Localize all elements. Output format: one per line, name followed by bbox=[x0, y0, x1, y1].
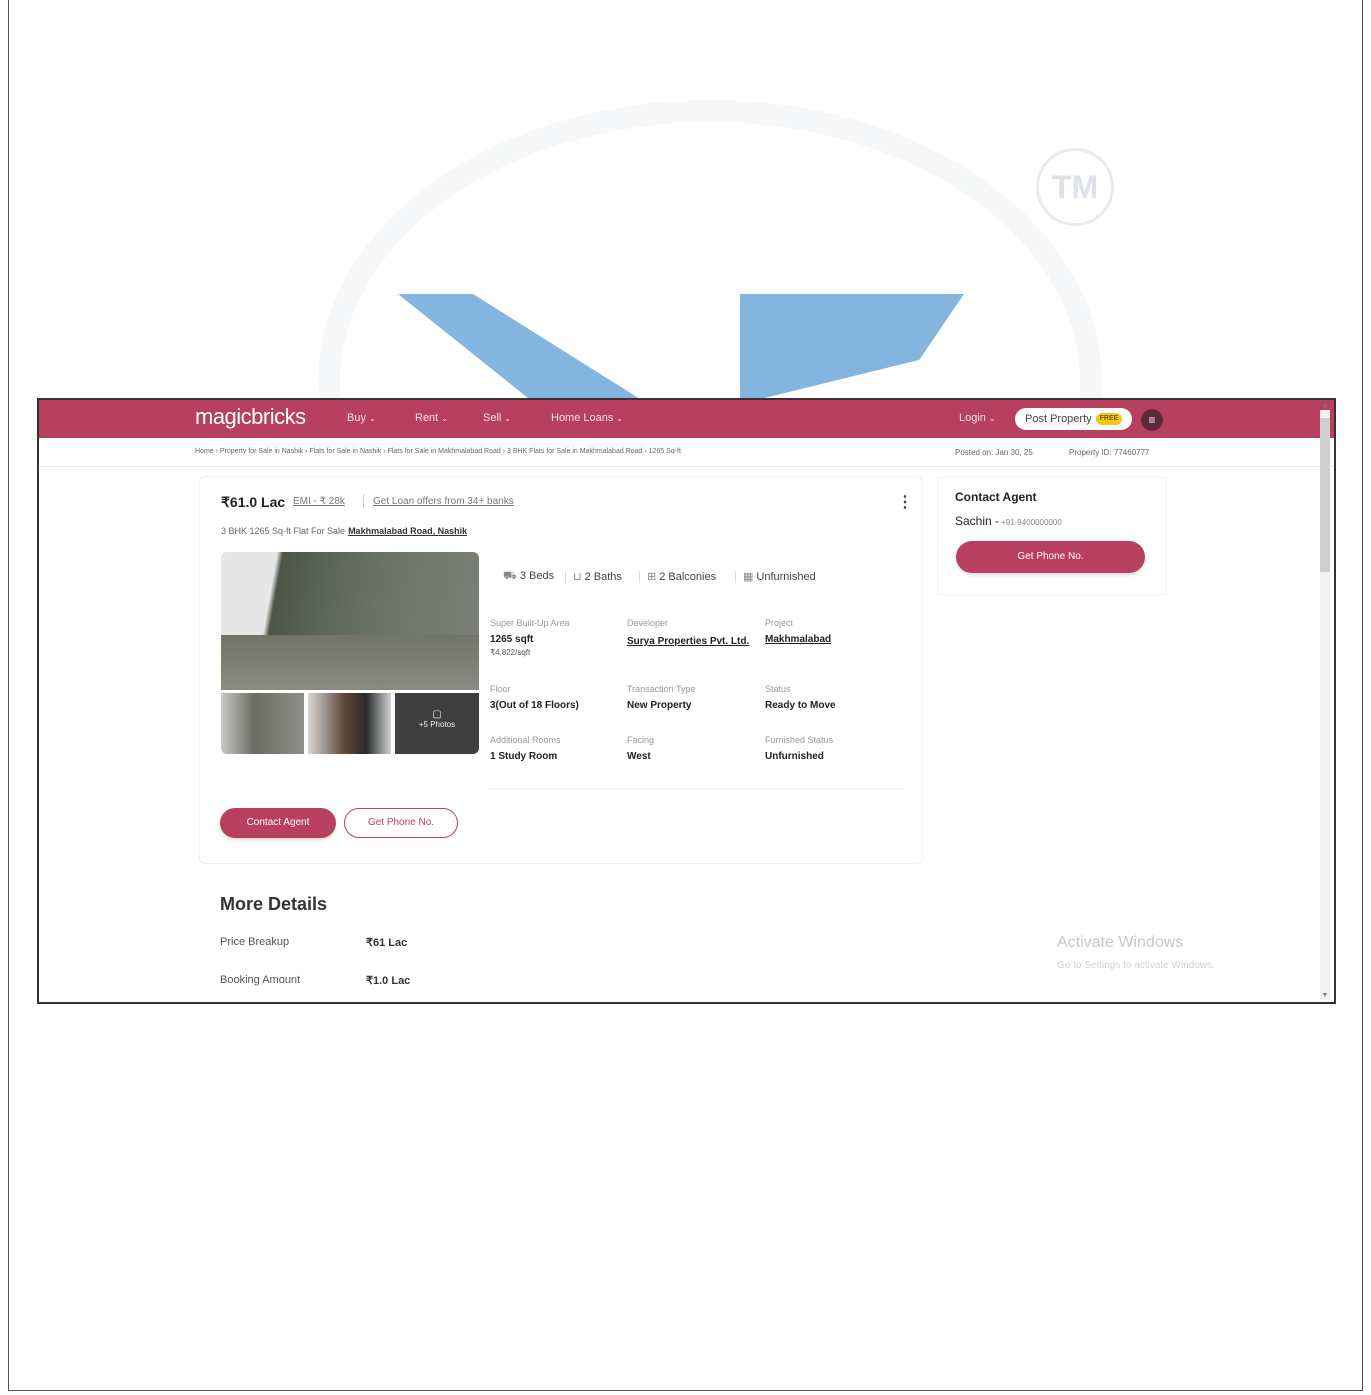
login-label: Login bbox=[959, 412, 986, 424]
area-value: 1265 sqft bbox=[490, 634, 534, 645]
feature-baths: ⊔ 2 Baths bbox=[573, 570, 622, 583]
property-id: Property ID: 77460777 bbox=[1069, 448, 1150, 457]
bed-icon: ⛟ bbox=[503, 570, 517, 582]
status-value: Ready to Move bbox=[765, 700, 836, 711]
breadcrumb[interactable]: Home › Property for Sale in Nashik › Fla… bbox=[195, 448, 681, 455]
listing-type: 3 BHK 1265 Sq-ft Flat For Sale bbox=[221, 526, 346, 536]
feature-beds: ⛟ 3 Beds bbox=[503, 570, 554, 584]
more-photos-thumbnail[interactable]: ▢ +5 Photos bbox=[395, 693, 479, 754]
agent-info: Sachin - +91-9400000000 bbox=[955, 514, 1062, 528]
feature-furnishing: ▦ Unfurnished bbox=[743, 570, 816, 583]
feature-divider bbox=[565, 571, 566, 583]
area-rate: ₹4,822/sqft bbox=[490, 648, 531, 657]
hamburger-icon[interactable]: ≡ bbox=[1141, 409, 1163, 431]
photo-thumbnail[interactable] bbox=[221, 693, 304, 754]
project-label: Project bbox=[765, 618, 794, 628]
feature-baths-label: 2 Baths bbox=[584, 571, 622, 583]
chevron-down-icon: ⌄ bbox=[368, 414, 376, 423]
contact-agent-button[interactable]: Contact Agent bbox=[220, 808, 336, 838]
browser-screenshot: magicbricks Buy ⌄ Rent ⌄ Sell ⌄ Home Loans ⌄… bbox=[37, 398, 1336, 1004]
balcony-icon: ⊞ bbox=[647, 571, 657, 583]
post-property-button[interactable]: Post Property FREE bbox=[1015, 408, 1133, 430]
price-divider bbox=[363, 494, 364, 508]
more-options-icon[interactable]: ⋮ bbox=[897, 492, 913, 512]
chevron-down-icon: ⌄ bbox=[441, 414, 448, 423]
post-property-label: Post Property bbox=[1025, 413, 1092, 425]
price-breakup-label: Price Breakup bbox=[220, 936, 290, 948]
photo-thumbnail[interactable] bbox=[308, 693, 391, 754]
gallery-icon: ▢ bbox=[432, 709, 442, 720]
get-phone-button[interactable]: Get Phone No. bbox=[344, 808, 458, 838]
activate-windows-text: Activate Windows bbox=[1057, 934, 1184, 951]
contact-agent-title: Contact Agent bbox=[955, 490, 1037, 504]
furnish-icon: ▦ bbox=[743, 571, 754, 583]
project-link[interactable]: Makhmalabad bbox=[765, 634, 831, 645]
more-details-title: More Details bbox=[220, 894, 328, 914]
facing-value: West bbox=[627, 751, 651, 762]
facing-label: Facing bbox=[627, 735, 655, 745]
developer-label: Developer bbox=[627, 618, 669, 628]
chevron-down-icon: ⌄ bbox=[616, 414, 624, 423]
feature-furnishing-label: Unfurnished bbox=[756, 571, 816, 583]
sidebar-get-phone-button[interactable]: Get Phone No. bbox=[956, 541, 1145, 573]
photo-floor bbox=[221, 635, 479, 690]
nav-rent[interactable]: Rent ⌄ bbox=[415, 412, 448, 424]
feature-beds-label: 3 Beds bbox=[519, 570, 555, 582]
listing-location-link[interactable]: Makhmalabad Road, Nashik bbox=[348, 526, 467, 536]
scrollbar-thumb[interactable] bbox=[1320, 418, 1330, 572]
agent-name: Sachin bbox=[955, 514, 992, 528]
nav-buy-label: Buy bbox=[347, 412, 366, 424]
rooms-value: 1 Study Room bbox=[490, 751, 558, 762]
top-navbar: magicbricks Buy ⌄ Rent ⌄ Sell ⌄ Home Loans ⌄… bbox=[39, 400, 1334, 438]
nav-rent-label: Rent bbox=[415, 412, 439, 424]
nav-home-loans[interactable]: Home Loans ⌄ bbox=[551, 412, 623, 424]
scroll-down-arrow-icon[interactable]: ▼ bbox=[1320, 992, 1330, 1000]
furnished-label: Furnished Status bbox=[765, 735, 834, 745]
feature-divider bbox=[639, 571, 640, 583]
more-photos-label: +5 Photos bbox=[418, 720, 456, 729]
free-badge: FREE bbox=[1095, 413, 1123, 426]
developer-link[interactable]: Surya Properties Pvt. Ltd. bbox=[627, 634, 751, 649]
loan-offers-link[interactable]: Get Loan offers from 34+ banks bbox=[373, 496, 514, 507]
card-divider bbox=[489, 788, 903, 789]
activate-windows-subtext: Go to Settings to activate Windows. bbox=[1057, 960, 1215, 971]
furnished-value: Unfurnished bbox=[765, 751, 824, 762]
bath-icon: ⊔ bbox=[573, 571, 582, 583]
price-breakup-value: ₹61 Lac bbox=[366, 937, 408, 949]
scroll-up-arrow-icon[interactable]: ▲ bbox=[1320, 402, 1330, 410]
booking-amount-label: Booking Amount bbox=[220, 974, 301, 986]
login-menu[interactable]: Login ⌄ bbox=[959, 412, 996, 424]
rooms-label: Additional Rooms bbox=[490, 735, 561, 745]
feature-balconies: ⊞ 2 Balconies bbox=[647, 570, 716, 583]
chevron-down-icon: ⌄ bbox=[504, 414, 512, 423]
breadcrumb-bar: Home › Property for Sale in Nashik › Fla… bbox=[39, 438, 1334, 467]
area-label: Super Built-Up Area bbox=[490, 618, 570, 628]
floor-value: 3(Out of 18 Floors) bbox=[490, 700, 579, 711]
posted-date: Posted on: Jan 30, 25 bbox=[955, 448, 1033, 457]
nav-sell[interactable]: Sell ⌄ bbox=[483, 412, 511, 424]
main-property-photo[interactable] bbox=[221, 552, 479, 690]
magicbricks-logo[interactable]: magicbricks bbox=[195, 404, 306, 430]
nav-buy[interactable]: Buy ⌄ bbox=[347, 412, 376, 424]
nav-sell-label: Sell bbox=[483, 412, 502, 424]
feature-divider bbox=[735, 571, 736, 583]
transaction-label: Transaction Type bbox=[627, 684, 696, 694]
transaction-value: New Property bbox=[627, 700, 692, 711]
floor-label: Floor bbox=[490, 684, 511, 694]
emi-link[interactable]: EMI - ₹ 28k bbox=[293, 496, 345, 507]
agent-phone: +91-9400000000 bbox=[1001, 518, 1062, 527]
chevron-down-icon: ⌄ bbox=[988, 414, 996, 423]
listing-price: ₹61.0 Lac bbox=[221, 494, 286, 510]
status-label: Status bbox=[765, 684, 791, 694]
listing-subtitle: 3 BHK 1265 Sq-ft Flat For Sale Makhmalaba… bbox=[221, 526, 467, 536]
booking-amount-value: ₹1.0 Lac bbox=[366, 975, 411, 987]
nav-home-loans-label: Home Loans bbox=[551, 412, 614, 424]
feature-balconies-label: 2 Balconies bbox=[659, 571, 717, 583]
